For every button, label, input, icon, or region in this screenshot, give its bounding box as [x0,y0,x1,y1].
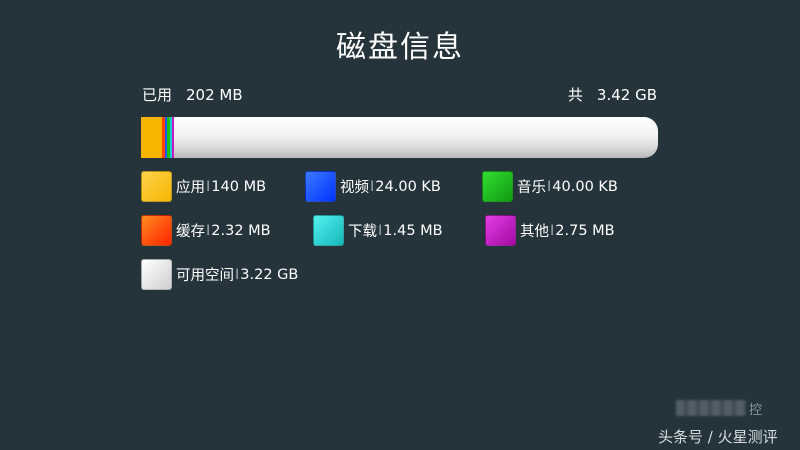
legend-other-label: 其他 [520,224,549,240]
legend-apps: 应用 I 140 MB [141,171,266,202]
legend-free: 可用空间 I 3.22 GB [141,259,298,290]
legend-download-size: 1.45 MB [383,222,443,239]
legend-video-label: 视频 [340,180,369,196]
used-space: 已用 202 MB [142,84,243,105]
bar-segment [141,117,162,158]
watermark-text: 头条号 / 火星测评 [658,428,778,446]
other-swatch-icon [485,215,516,246]
cache-swatch-icon [141,215,172,246]
total-space: 共 3.42 GB [568,84,657,105]
storage-usage-bar [141,117,658,158]
total-label: 共 [567,86,583,104]
legend-cache: 缓存 I 2.32 MB [141,215,271,246]
total-value: 3.42 GB [596,86,657,104]
legend-other-size: 2.75 MB [555,222,615,239]
bar-segment-free [174,117,658,158]
legend-music: 音乐 I 40.00 KB [482,171,618,202]
legend-free-size: 3.22 GB [240,266,299,283]
used-value: 202 MB [186,86,243,104]
video-swatch-icon [305,171,336,202]
legend-music-size: 40.00 KB [552,178,618,195]
download-swatch-icon [313,215,344,246]
legend-cache-label: 缓存 [176,224,205,240]
free-swatch-icon [141,259,172,290]
legend-download: 下载 I 1.45 MB [313,215,443,246]
legend-apps-label: 应用 [176,180,205,196]
legend-download-label: 下载 [348,224,377,240]
watermark-partial: 控 [749,403,763,418]
page-title: 磁盘信息 [336,30,464,65]
legend-video: 视频 I 24.00 KB [305,171,441,202]
legend-apps-size: 140 MB [211,178,267,195]
legend-free-label: 可用空间 [176,268,234,284]
legend-music-label: 音乐 [517,180,546,196]
legend-cache-size: 2.32 MB [211,222,271,239]
apps-swatch-icon [141,171,172,202]
legend-video-size: 24.00 KB [375,178,441,195]
legend-other: 其他 I 2.75 MB [485,215,615,246]
blurred-watermark [676,400,746,416]
music-swatch-icon [482,171,513,202]
used-label: 已用 [142,86,173,104]
